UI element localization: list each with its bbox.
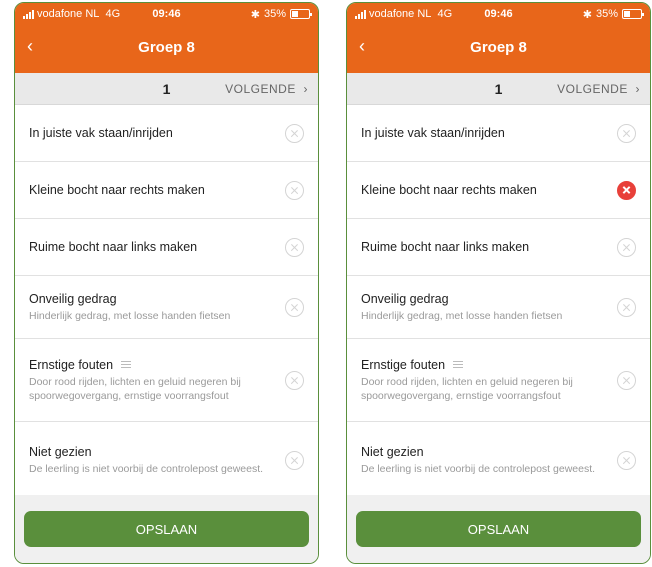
nav-bar: ‹ Groep 8 <box>15 25 318 69</box>
item-label: In juiste vak staan/inrijden <box>361 126 505 140</box>
bluetooth-icon: ✱ <box>250 8 260 21</box>
item-label: Onveilig gedrag <box>29 291 117 306</box>
phone-screen-left: vodafone NL 4G 09:46 ✱ 35% ‹ Groep 8 1 V… <box>14 2 319 564</box>
item-label-row: Ernstige fouten <box>361 358 617 372</box>
item-description: Hinderlijk gedrag, met losse handen fiet… <box>361 309 563 322</box>
list-item[interactable]: In juiste vak staan/inrijden <box>15 105 318 162</box>
back-chevron-left-icon[interactable]: ‹ <box>359 35 365 57</box>
item-label: Ruime bocht naar links maken <box>361 240 530 254</box>
list-item[interactable]: Onveilig gedrag Hinderlijk gedrag, met l… <box>15 276 318 339</box>
list-item[interactable]: Ruime bocht naar links maken <box>15 219 318 276</box>
next-button[interactable]: VOLGENDE › <box>557 82 640 96</box>
criteria-list: In juiste vak staan/inrijden Kleine boch… <box>347 105 650 499</box>
item-label: In juiste vak staan/inrijden <box>29 126 173 140</box>
footer: OPSLAAN <box>347 495 650 563</box>
list-icon <box>453 361 464 368</box>
signal-icon <box>23 9 34 19</box>
page-title: Groep 8 <box>138 38 195 56</box>
item-description: De leerling is niet voorbij de controlep… <box>361 462 596 475</box>
list-item[interactable]: In juiste vak staan/inrijden <box>347 105 650 162</box>
close-circle-icon[interactable] <box>285 450 304 470</box>
status-bar: vodafone NL 4G 09:46 ✱ 35% <box>347 3 650 25</box>
close-circle-icon[interactable] <box>285 180 304 200</box>
signal-icon <box>355 9 366 19</box>
item-description: Hinderlijk gedrag, met losse handen fiet… <box>29 309 231 322</box>
item-description: Door rood rijden, lichten en geluid nege… <box>361 375 573 402</box>
network-type: 4G <box>437 8 453 20</box>
header: vodafone NL 4G 09:46 ✱ 35% ‹ Groep 8 <box>15 3 318 73</box>
list-item[interactable]: Onveilig gedrag Hinderlijk gedrag, met l… <box>347 276 650 339</box>
status-bar: vodafone NL 4G 09:46 ✱ 35% <box>15 3 318 25</box>
chevron-right-icon: › <box>635 81 640 96</box>
status-right: ✱ 35% <box>250 8 312 21</box>
carrier: vodafone NL 4G <box>355 8 452 20</box>
page-title: Groep 8 <box>470 38 527 56</box>
item-label-row: Ernstige fouten <box>29 358 285 372</box>
item-label: Ruime bocht naar links maken <box>29 240 198 254</box>
phone-screen-right: vodafone NL 4G 09:46 ✱ 35% ‹ Groep 8 1 V… <box>346 2 651 564</box>
item-description: De leerling is niet voorbij de controlep… <box>29 462 264 475</box>
list-item[interactable]: Kleine bocht naar rechts maken <box>15 162 318 219</box>
close-circle-icon[interactable] <box>617 297 636 317</box>
next-label: VOLGENDE <box>557 81 628 96</box>
list-item[interactable]: Niet gezien De leerling is niet voorbij … <box>347 422 650 499</box>
back-chevron-left-icon[interactable]: ‹ <box>27 35 33 57</box>
list-item-selected[interactable]: Kleine bocht naar rechts maken <box>347 162 650 219</box>
carrier-name: vodafone NL <box>37 8 100 20</box>
battery-percent: 35% <box>263 8 286 20</box>
criteria-list: In juiste vak staan/inrijden Kleine boch… <box>15 105 318 499</box>
item-label: Kleine bocht naar rechts maken <box>29 183 205 197</box>
header: vodafone NL 4G 09:46 ✱ 35% ‹ Groep 8 <box>347 3 650 73</box>
carrier-name: vodafone NL <box>369 8 432 20</box>
item-label: Niet gezien <box>29 444 92 459</box>
chevron-right-icon: › <box>303 81 308 96</box>
network-type: 4G <box>105 8 121 20</box>
close-circle-icon[interactable] <box>617 450 636 470</box>
next-label: VOLGENDE <box>225 81 296 96</box>
close-circle-icon[interactable] <box>285 237 304 257</box>
pager-bar: 1 VOLGENDE › <box>347 73 650 105</box>
battery-icon <box>290 9 312 19</box>
save-button[interactable]: OPSLAAN <box>24 511 309 547</box>
close-circle-icon[interactable] <box>285 123 304 143</box>
save-button[interactable]: OPSLAAN <box>356 511 641 547</box>
item-description: Door rood rijden, lichten en geluid nege… <box>29 375 241 402</box>
item-label: Ernstige fouten <box>361 357 446 372</box>
close-circle-icon[interactable] <box>617 237 636 257</box>
list-icon <box>121 361 132 368</box>
list-item[interactable]: Ernstige fouten Door rood rijden, lichte… <box>15 339 318 422</box>
close-circle-icon[interactable] <box>617 370 636 390</box>
item-label: Onveilig gedrag <box>361 291 449 306</box>
close-circle-icon[interactable] <box>617 123 636 143</box>
close-circle-icon[interactable] <box>285 297 304 317</box>
item-label: Kleine bocht naar rechts maken <box>361 183 537 197</box>
pager-bar: 1 VOLGENDE › <box>15 73 318 105</box>
item-label: Ernstige fouten <box>29 357 114 372</box>
close-circle-icon[interactable] <box>285 370 304 390</box>
nav-bar: ‹ Groep 8 <box>347 25 650 69</box>
item-label: Niet gezien <box>361 444 424 459</box>
list-item[interactable]: Ernstige fouten Door rood rijden, lichte… <box>347 339 650 422</box>
close-circle-filled-icon[interactable] <box>617 180 636 200</box>
bluetooth-icon: ✱ <box>582 8 592 21</box>
list-item[interactable]: Ruime bocht naar links maken <box>347 219 650 276</box>
battery-percent: 35% <box>595 8 618 20</box>
next-button[interactable]: VOLGENDE › <box>225 82 308 96</box>
footer: OPSLAAN <box>15 495 318 563</box>
battery-icon <box>622 9 644 19</box>
status-right: ✱ 35% <box>582 8 644 21</box>
carrier: vodafone NL 4G <box>23 8 120 20</box>
list-item[interactable]: Niet gezien De leerling is niet voorbij … <box>15 422 318 499</box>
